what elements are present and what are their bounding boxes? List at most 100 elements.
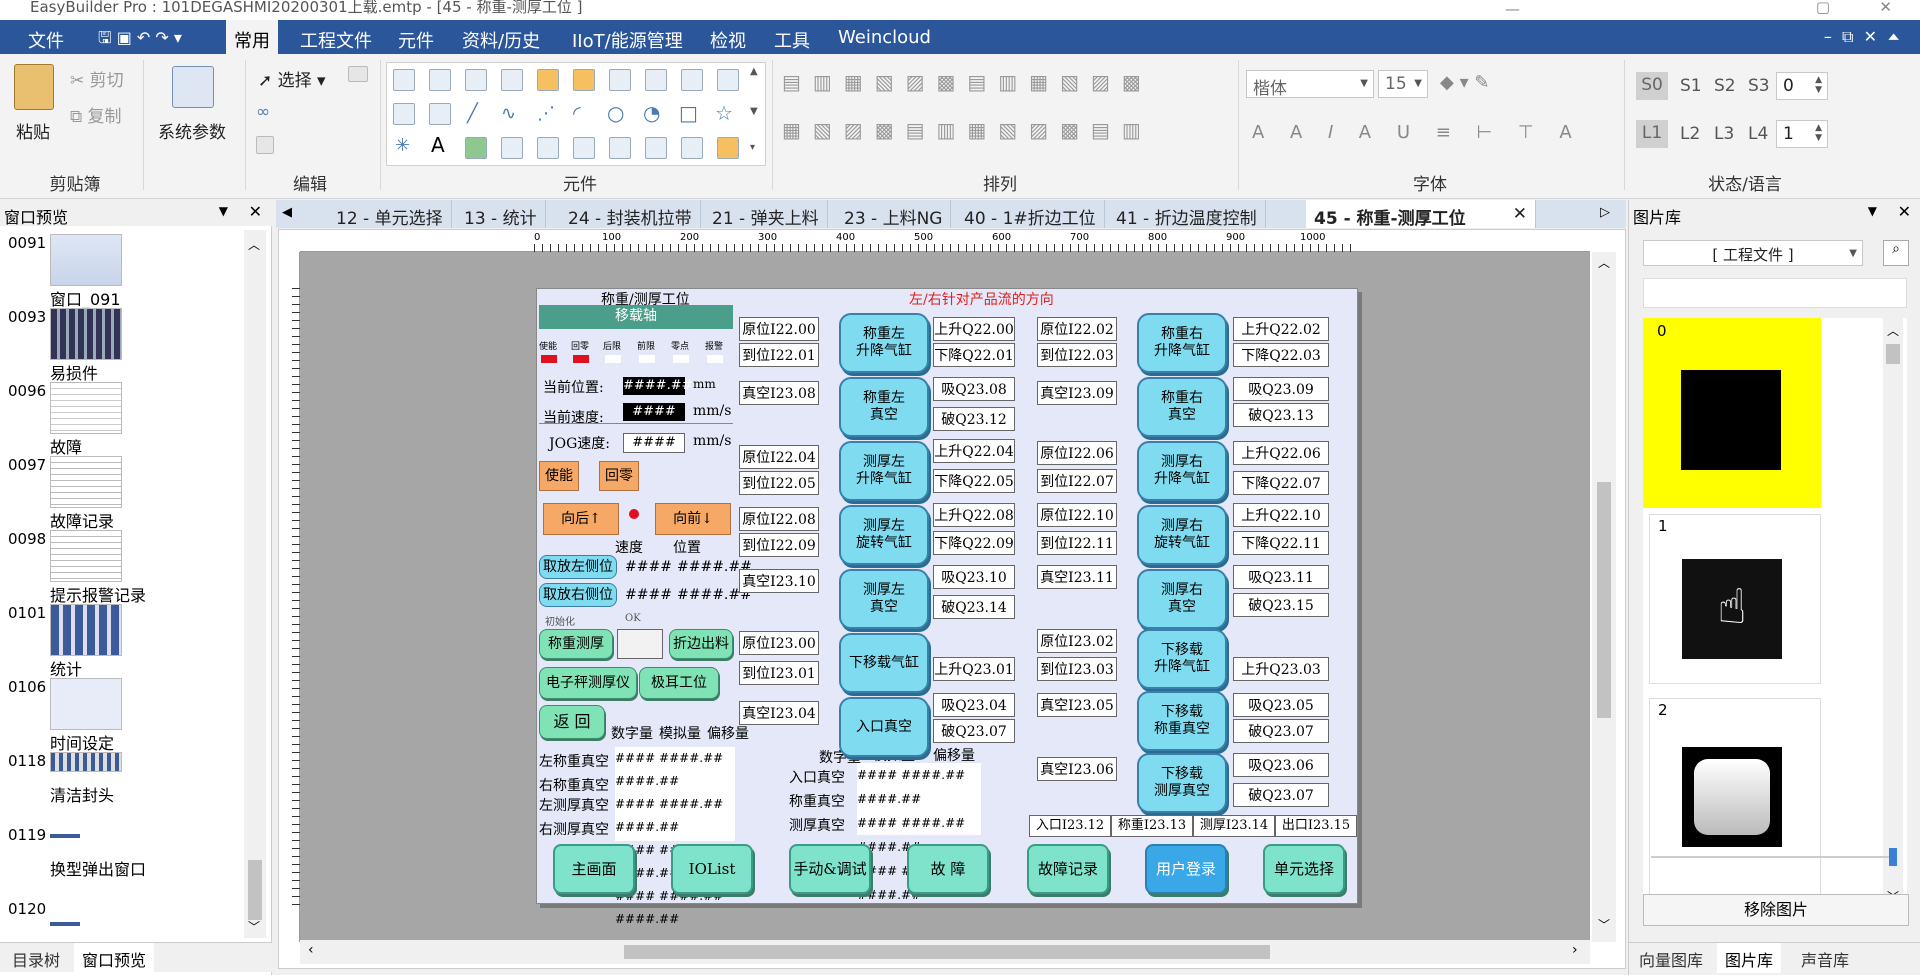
scroll-thumb[interactable] [624,945,1270,959]
picture-list[interactable]: 0 1 ☝ 2 [1643,318,1907,908]
thick-right-rotate-button[interactable]: 测厚右 旋转气缸 [1137,505,1227,565]
tab-scroll-right-icon[interactable]: ▷ [1600,205,1610,220]
enable-button[interactable]: 使能 [539,461,579,491]
tab-vector-library[interactable]: 向量图库 [1639,947,1703,971]
scroll-thumb[interactable] [1597,482,1611,718]
scroll-thumb[interactable] [248,860,262,920]
paste-button[interactable]: 粘贴 [16,118,50,143]
select-button[interactable]: ➚ 选择 ▾ [258,66,326,91]
weigh-left-lift-button[interactable]: 称重左 升降气缸 [839,313,929,373]
elements-gallery[interactable]: ╱ ∿ ⋰ ◜ ○ ◔ □ ☆ ✳ A [386,62,766,166]
menu-project[interactable]: 工程文件 [300,27,372,53]
scroll-up-icon[interactable]: ︿ [1598,254,1610,271]
thick-right-lift-button[interactable]: 测厚右 升降气缸 [1137,441,1227,501]
list-item[interactable]: 0101 统计 [0,604,240,679]
pie-icon[interactable]: ◔ [643,101,660,125]
cut-button[interactable]: ✂ 剪切 [70,66,124,91]
paint-icons[interactable]: ◆ ▾ ✎ [1440,72,1489,93]
star-icon[interactable]: ☆ [715,101,733,125]
slider-icon[interactable] [645,69,667,91]
fold-out-button[interactable]: 折边出料 [669,629,733,659]
picture-item[interactable]: 1 ☝ [1649,514,1821,684]
copy-button[interactable]: ⧉ 复制 [70,102,122,127]
jog-speed-input[interactable]: #### [623,433,685,453]
scroll-up-icon[interactable]: ︿ [1887,322,1899,339]
menu-iiot[interactable]: IIoT/能源管理 [572,27,683,53]
menu-view[interactable]: 检视 [710,27,746,53]
circle-icon[interactable]: ○ [607,101,624,125]
rect-select-icon[interactable] [348,66,368,82]
list-item[interactable]: 0098 提示报警记录 [0,530,240,605]
arc-icon[interactable]: ◜ [573,101,581,125]
jog-forward-button[interactable]: 向前↓ [655,503,731,535]
weigh-left-vacuum-button[interactable]: 称重左 真空 [839,377,929,437]
rectangle-icon[interactable]: □ [679,101,698,125]
list-item[interactable]: 0097 故障记录 [0,456,240,531]
bit-lamp-icon[interactable] [393,69,415,91]
text-icon[interactable]: A [431,133,445,157]
scroll-up-icon[interactable]: ︿ [248,236,260,253]
align-icons[interactable]: ▤▥▦▧▨▩▤▥▦▧▨▩ [782,70,1153,94]
traffic-light-icon[interactable] [609,137,631,159]
set-bit-small-icon[interactable] [645,137,667,159]
list-item[interactable]: 0119 换型弹出窗口 [0,826,240,900]
lang-l1-button[interactable]: L1 [1636,120,1668,148]
picture-item[interactable]: 2 [1649,698,1821,898]
lower-transfer-button[interactable]: 下移载气缸 [839,633,929,693]
nav-iolist-button[interactable]: IOList [671,844,753,894]
font-format-icons[interactable]: A A 𝐼 A U ≡ ⊢ ⊤ A [1252,122,1582,143]
mdi-controls[interactable]: – ⧉ ✕ ⏶ [1824,27,1900,47]
jog-back-button[interactable]: 向后↑ [543,503,619,535]
list-item[interactable]: 0093 易损件 [0,308,240,383]
tab-sound-library[interactable]: 声音库 [1801,947,1849,971]
set-bit-icon[interactable] [465,69,487,91]
sparkle-icon[interactable]: ✳ [395,135,410,156]
maximize-icon[interactable]: ▢ [1816,0,1830,15]
quick-access-toolbar[interactable]: 🖫 ▣ ↶ ↷ ▾ [98,27,182,54]
weigh-right-lift-button[interactable]: 称重右 升降气缸 [1137,313,1227,373]
frame-icon[interactable] [501,137,523,159]
canvas-hscroll[interactable]: ‹ › [300,940,1590,964]
list-item[interactable]: 0106 时间设定 [0,678,240,753]
function-small-icon[interactable] [717,137,739,159]
lang-l2-button[interactable]: L2 [1680,124,1700,144]
state-s2-button[interactable]: S2 [1714,76,1736,96]
lang-l3-button[interactable]: L3 [1714,124,1734,144]
word-lamp-icon[interactable] [429,69,451,91]
scroll-left-icon[interactable]: ‹ [308,942,314,958]
inlet-vacuum-button[interactable]: 入口真空 [839,697,929,757]
state-s0-button[interactable]: S0 [1636,72,1668,100]
tab-doc[interactable]: 13 - 统计 [456,200,546,229]
table-icon[interactable] [717,69,739,91]
state-s3-button[interactable]: S3 [1748,76,1770,96]
lamp-icon[interactable] [573,137,595,159]
close-icon[interactable]: ✕ [1513,204,1527,224]
nav-main-button[interactable]: 主画面 [553,844,635,894]
ear-station-button[interactable]: 极耳工位 [639,667,719,699]
order-icons[interactable]: ▦▧▨▩▤▥▦▧▨▩▤▥ [782,118,1153,142]
tab-tree[interactable]: 目录树 [12,947,60,971]
list-item[interactable]: 0096 故障 [0,382,240,457]
paste-icon[interactable] [14,64,54,110]
scroll-right-icon[interactable]: › [1572,942,1578,958]
multi-state-icon[interactable] [609,69,631,91]
tab-active[interactable]: 45 - 称重-测厚工位 ✕ [1306,200,1536,229]
e-thick-button[interactable]: 电子秤测厚仪 [539,667,637,699]
tab-doc[interactable]: 12 - 单元选择 [328,200,452,229]
menu-tools[interactable]: 工具 [774,27,810,53]
menu-file[interactable]: 文件 [28,27,64,53]
grid-icon[interactable] [537,137,559,159]
nav-fault-log-button[interactable]: 故障记录 [1027,844,1109,894]
system-params-button[interactable]: 系统参数 [158,118,226,143]
toggle-switch-icon[interactable] [573,69,595,91]
minimize-icon[interactable]: — [1505,2,1520,17]
tab-doc[interactable]: 41 - 折边温度控制 [1108,200,1266,229]
list-item[interactable]: 0120 [0,900,240,938]
lower-transfer-lift-button[interactable]: 下移载 升降气缸 [1137,629,1227,689]
scroll-down-icon[interactable]: ﹀ [248,918,260,935]
thick-left-vacuum-button[interactable]: 测厚左 真空 [839,569,929,629]
group-icon[interactable]: ∞ [256,102,270,122]
tab-doc[interactable]: 23 - 上料NG [836,200,952,229]
set-word-small-icon[interactable] [681,137,703,159]
tab-doc[interactable]: 21 - 弹夹上料 [704,200,828,229]
